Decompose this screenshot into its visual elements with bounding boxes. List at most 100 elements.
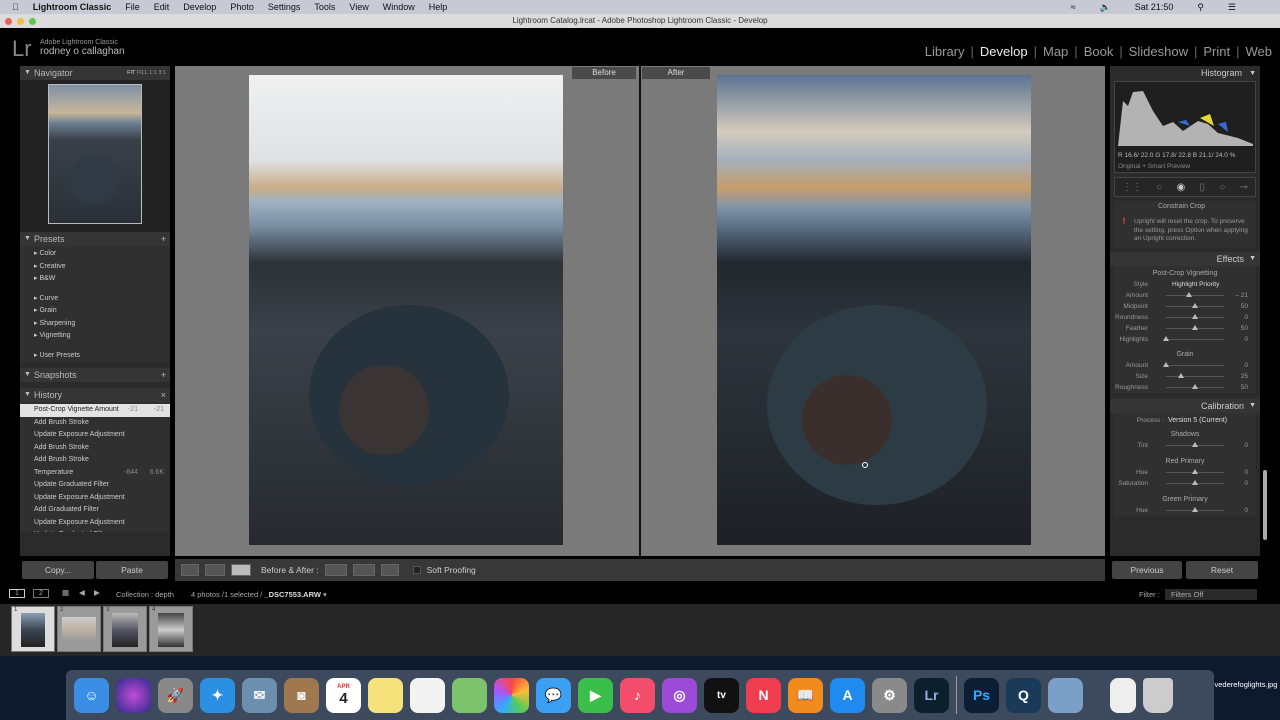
slider-thumb[interactable] (1192, 324, 1198, 330)
history-step[interactable]: Update Exposure Adjustment (20, 517, 170, 530)
spotlight-icon[interactable]: ⚲ (1197, 2, 1204, 13)
siri-icon[interactable] (116, 677, 151, 713)
menu-help[interactable]: Help (429, 2, 448, 12)
slider-hue[interactable]: Hue 0 (1114, 505, 1256, 516)
module-print[interactable]: Print (1203, 44, 1230, 59)
thumbnail[interactable]: 2 (57, 606, 101, 652)
history-step[interactable]: Update Graduated Filter (20, 529, 170, 532)
history-step[interactable]: Update Graduated Filter (20, 479, 170, 492)
photos-icon[interactable] (494, 677, 529, 713)
effects-header[interactable]: Effects ▼ (1110, 251, 1260, 266)
before-after-mode-icon[interactable] (231, 564, 251, 576)
minimize-button[interactable] (17, 18, 24, 25)
ref-view-icon[interactable] (205, 564, 225, 576)
app-store-icon[interactable]: A (830, 677, 865, 713)
slider-thumb[interactable] (1163, 361, 1169, 367)
preset-group-bw[interactable]: ▸ B&W (20, 273, 170, 286)
history-step[interactable]: Add Brush Stroke (20, 454, 170, 467)
photo-count[interactable]: 4 photos /1 selected / _DSC7553.ARW ▾ (191, 590, 327, 599)
quicktime-icon[interactable]: Q (1006, 677, 1041, 713)
close-button[interactable] (5, 18, 12, 25)
slider-roughness[interactable]: Roughness 50 (1114, 382, 1256, 393)
slider-amount[interactable]: Amount – 21 (1114, 290, 1256, 301)
slider-thumb[interactable] (1177, 372, 1184, 378)
menu-view[interactable]: View (349, 2, 368, 12)
system-preferences-icon[interactable]: ⚙ (872, 677, 907, 713)
presets-header[interactable]: ▼ Presets + (20, 232, 170, 246)
filter-select[interactable]: Filters Off (1165, 589, 1257, 600)
swap-icon[interactable] (380, 564, 399, 576)
preset-group-color[interactable]: ▸ Color (20, 248, 170, 261)
preview-icon[interactable] (1048, 677, 1083, 713)
menu-photo[interactable]: Photo (230, 2, 254, 12)
crop-tool-icon[interactable]: ⋮⋮ (1122, 182, 1142, 193)
screen-2-button[interactable]: 2 (33, 589, 49, 598)
preset-group-curve[interactable]: ▸ Curve (20, 293, 170, 306)
slider-hue[interactable]: Hue 0 (1114, 467, 1256, 478)
after-photo[interactable] (717, 75, 1031, 545)
spot-removal-icon[interactable]: ○ (1156, 182, 1162, 193)
spot-pin-icon[interactable] (862, 462, 868, 468)
slider-highlights[interactable]: Highlights 0 (1114, 334, 1256, 345)
collection-source[interactable]: Collection : depth (116, 590, 174, 599)
contacts-icon[interactable]: ◙ (284, 677, 319, 713)
histogram-header[interactable]: Histogram ▼ (1110, 66, 1260, 81)
finder-icon[interactable]: ☺ (74, 677, 109, 713)
history-step[interactable]: Add Graduated Filter (20, 504, 170, 517)
desktop-file-label[interactable]: vederefoglights.jpg (1214, 680, 1278, 689)
slider-thumb[interactable] (1192, 302, 1198, 308)
volume-icon[interactable]: 🔈 (1100, 2, 1111, 13)
back-arrow-icon[interactable]: ◀ (79, 588, 85, 597)
add-preset-icon[interactable]: + (161, 232, 166, 246)
launchpad-icon[interactable]: 🚀 (158, 677, 193, 713)
grid-icon[interactable]: ▦ (62, 588, 69, 597)
menu-file[interactable]: File (125, 2, 140, 12)
slider-roundness[interactable]: Roundness 0 (1114, 312, 1256, 323)
red-eye-icon[interactable]: ◉ (1177, 182, 1186, 193)
slider-feather[interactable]: Feather 50 (1114, 323, 1256, 334)
preset-group-creative[interactable]: ▸ Creative (20, 261, 170, 274)
zoom-fill[interactable]: FILL (137, 70, 148, 76)
thumbnail[interactable]: 4 (149, 606, 193, 652)
add-snapshot-icon[interactable]: + (161, 368, 166, 382)
copy-before-to-after-icon[interactable] (324, 564, 347, 576)
slider-thumb[interactable] (1186, 291, 1193, 297)
menu-settings[interactable]: Settings (268, 2, 301, 12)
process-select[interactable]: Process : Version 5 (Current) (1114, 415, 1256, 429)
slider-thumb[interactable] (1192, 441, 1198, 447)
slider-midpoint[interactable]: Midpoint 50 (1114, 301, 1256, 312)
notification-icon[interactable]: ☰ (1228, 2, 1236, 13)
menu-develop[interactable]: Develop (183, 2, 216, 12)
slider-thumb[interactable] (1192, 313, 1198, 319)
menu-edit[interactable]: Edit (154, 2, 170, 12)
reminders-icon[interactable] (410, 677, 445, 713)
history-step[interactable]: Add Brush Stroke (20, 417, 170, 430)
histogram[interactable]: R 16.6/ 22.0 G 17.8/ 22.8 B 21.1/ 24.0 %… (1114, 81, 1256, 173)
previous-button[interactable]: Previous (1112, 561, 1182, 579)
messages-icon[interactable]: 💬 (536, 677, 571, 713)
zoom-fit[interactable]: FIT (127, 70, 135, 76)
slider-amount[interactable]: Amount 0 (1114, 360, 1256, 371)
module-web[interactable]: Web (1246, 44, 1273, 59)
slider-size[interactable]: Size 25 (1114, 371, 1256, 382)
preset-group-user[interactable]: ▸ User Presets (20, 350, 170, 363)
safari-icon[interactable]: ✦ (200, 677, 235, 713)
slider-thumb[interactable] (1192, 468, 1198, 474)
menu-tools[interactable]: Tools (314, 2, 335, 12)
module-book[interactable]: Book (1084, 44, 1114, 59)
right-panel-scrollbar[interactable] (1263, 470, 1267, 540)
navigator-header[interactable]: ▼ Navigator FIT FILL 1:1 3:1 (20, 66, 170, 80)
history-step[interactable]: Add Brush Stroke (20, 442, 170, 455)
history-step[interactable]: Temperature -844 6.6K (20, 467, 170, 480)
slider-thumb[interactable] (1192, 479, 1198, 485)
history-step[interactable]: Update Exposure Adjustment (20, 492, 170, 505)
preset-group-grain[interactable]: ▸ Grain (20, 305, 170, 318)
history-step[interactable]: Update Exposure Adjustment (20, 429, 170, 442)
clear-history-icon[interactable]: × (161, 388, 166, 402)
news-icon[interactable]: N (746, 677, 781, 713)
module-develop[interactable]: Develop (980, 44, 1028, 59)
screen-1-button[interactable]: 1 (9, 589, 25, 598)
constrain-crop-checkbox[interactable]: Constrain Crop (1114, 203, 1256, 210)
calibration-header[interactable]: Calibration ▼ (1110, 398, 1260, 413)
paste-button[interactable]: Paste (96, 561, 168, 579)
